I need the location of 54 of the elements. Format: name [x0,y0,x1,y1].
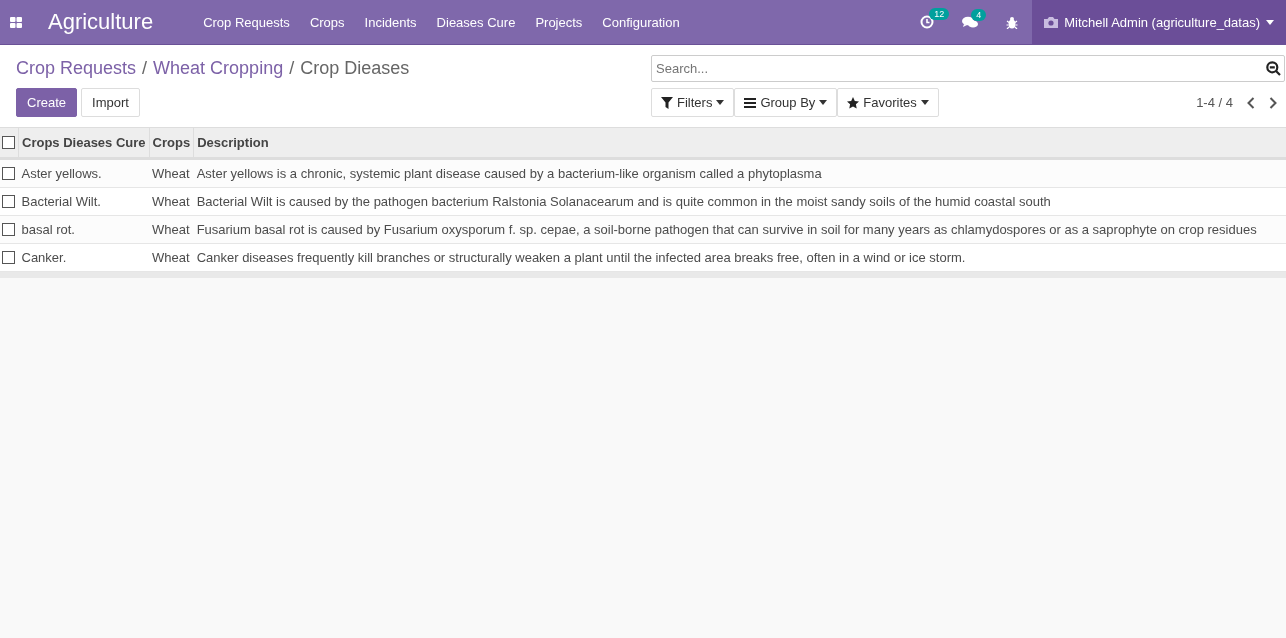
caret-icon [1266,19,1274,25]
search-icon [1266,61,1281,76]
bug-icon[interactable] [1006,15,1019,29]
favorites-dropdown[interactable]: Favorites [837,88,939,117]
crop-cell: Wheat [152,250,190,265]
menu-item[interactable]: Configuration [592,14,690,30]
caret-icon [716,100,725,105]
disease-name-cell: Bacterial Wilt. [21,194,101,209]
disease-name-cell: Aster yellows. [21,166,102,181]
menu-item[interactable]: Crop Requests [193,14,300,30]
breadcrumb-link[interactable]: Crop Requests [16,58,137,79]
group-by-dropdown[interactable]: Group By [734,88,838,117]
description-cell: Canker diseases frequently kill branches or structurally weaken a plant until the infected area breaks free, often in a wind or ice storm. [196,250,966,265]
caret-icon [819,100,828,105]
import-button[interactable]: Import [81,88,140,117]
user-menu[interactable]: Mitchell Admin (agriculture_datas) [1032,0,1286,44]
list-icon [744,96,757,109]
search-field[interactable]: Search... [651,55,1285,82]
breadcrumb-current: Crop Dieases [300,58,410,79]
crop-cell: Wheat [152,166,190,181]
row-checkbox[interactable] [2,251,15,264]
breadcrumb-separator: / [142,58,148,79]
menu-item[interactable]: Crops [299,14,355,30]
column-header[interactable]: Description [197,135,269,150]
caret-icon [920,100,929,105]
filter-icon [661,96,673,109]
camera-icon [1044,16,1059,28]
crop-cell: Wheat [152,194,190,209]
previous-icon[interactable] [1247,96,1255,109]
description-cell: Bacterial Wilt is caused by the pathogen bacterium Ralstonia Solanacearum and is quite common in the moist sandy soils of the humid coastal south [196,194,1051,209]
activity-count-badge: 12 [929,8,950,20]
next-icon[interactable] [1269,96,1277,109]
message-count-badge: 4 [971,8,987,21]
description-cell: Aster yellows is a chronic, systemic plant disease caused by a bacterium-like organism called a phytoplasma [196,166,822,181]
row-checkbox[interactable] [2,167,15,180]
select-all-checkbox[interactable] [2,136,15,149]
filters-dropdown[interactable]: Filters [651,88,735,117]
breadcrumb-link[interactable]: Wheat Cropping [153,58,284,79]
menu-item[interactable]: Dieases Cure [426,14,526,30]
crop-cell: Wheat [152,222,190,237]
star-icon [847,96,860,109]
breadcrumb-separator: / [289,58,295,79]
clock-icon[interactable] [920,15,935,29]
pager-text: 1-4 / 4 [1196,95,1233,110]
disease-name-cell: basal rot. [21,222,75,237]
menu-item[interactable]: Incidents [354,14,427,30]
description-cell: Fusarium basal rot is caused by Fusarium oxysporum f. sp. cepae, a soil-borne pathogen that can survive in soil for many years as chlamydospores or as a saprophyte on crop residues [196,222,1257,237]
disease-name-cell: Canker. [21,250,67,265]
menu-item[interactable]: Projects [525,14,593,30]
apps-menu-icon[interactable] [10,16,22,28]
row-checkbox[interactable] [2,223,15,236]
row-checkbox[interactable] [2,195,15,208]
create-button[interactable]: Create [16,88,78,117]
app-title: Agriculture [48,9,154,35]
